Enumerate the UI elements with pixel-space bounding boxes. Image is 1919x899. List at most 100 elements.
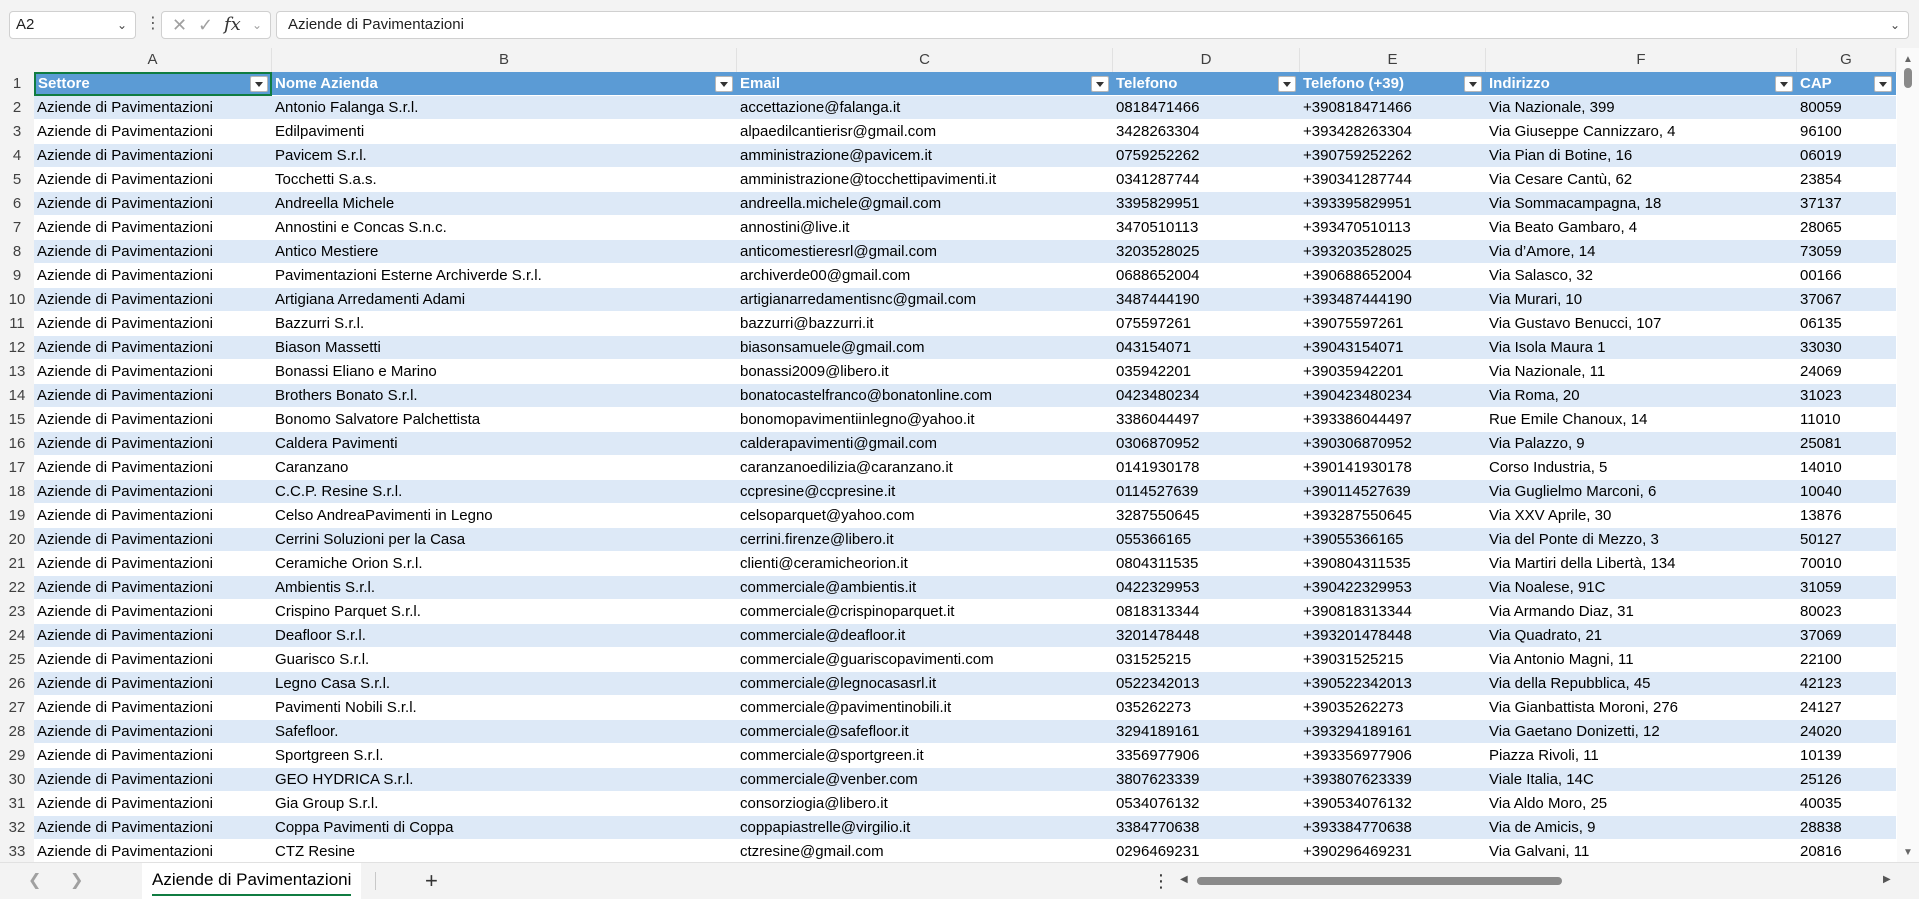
- cell[interactable]: Deafloor S.r.l.: [272, 624, 737, 648]
- cell[interactable]: Bonomo Salvatore Palchettista: [272, 408, 737, 432]
- cell[interactable]: biasonsamuele@gmail.com: [737, 336, 1113, 360]
- cell[interactable]: C.C.P. Resine S.r.l.: [272, 480, 737, 504]
- column-header-a[interactable]: A: [34, 48, 272, 72]
- cell[interactable]: 40035: [1797, 792, 1896, 816]
- cell[interactable]: Annostini e Concas S.n.c.: [272, 216, 737, 240]
- cell[interactable]: Via Aldo Moro, 25: [1486, 792, 1797, 816]
- cell[interactable]: Aziende di Pavimentazioni: [34, 816, 272, 840]
- row-header[interactable]: 29: [0, 744, 34, 768]
- cell[interactable]: Guarisco S.r.l.: [272, 648, 737, 672]
- cell[interactable]: +39043154071: [1300, 336, 1486, 360]
- cell[interactable]: 3203528025: [1113, 240, 1300, 264]
- row-header[interactable]: 1: [0, 72, 34, 96]
- row-header[interactable]: 19: [0, 504, 34, 528]
- cell[interactable]: +393201478448: [1300, 624, 1486, 648]
- cell[interactable]: Via del Ponte di Mezzo, 3: [1486, 528, 1797, 552]
- cell[interactable]: Aziende di Pavimentazioni: [34, 144, 272, 168]
- cell[interactable]: +39035262273: [1300, 696, 1486, 720]
- column-header-g[interactable]: G: [1797, 48, 1896, 72]
- cell[interactable]: 00166: [1797, 264, 1896, 288]
- cell[interactable]: Artigiana Arredamenti Adami: [272, 288, 737, 312]
- cell[interactable]: Caranzano: [272, 456, 737, 480]
- cell[interactable]: Via Pian di Botine, 16: [1486, 144, 1797, 168]
- cell[interactable]: Biason Massetti: [272, 336, 737, 360]
- cell[interactable]: 73059: [1797, 240, 1896, 264]
- column-header-f[interactable]: F: [1486, 48, 1797, 72]
- cancel-icon[interactable]: ✕: [172, 15, 187, 35]
- cell[interactable]: +390114527639: [1300, 480, 1486, 504]
- cell[interactable]: Safefloor.: [272, 720, 737, 744]
- row-header[interactable]: 18: [0, 480, 34, 504]
- row-header[interactable]: 30: [0, 768, 34, 792]
- cell[interactable]: Aziende di Pavimentazioni: [34, 792, 272, 816]
- formula-input[interactable]: Aziende di Pavimentazioni ⌄: [276, 11, 1909, 39]
- cell[interactable]: GEO HYDRICA S.r.l.: [272, 768, 737, 792]
- cell[interactable]: 37137: [1797, 192, 1896, 216]
- cell[interactable]: 70010: [1797, 552, 1896, 576]
- cell[interactable]: Aziende di Pavimentazioni: [34, 192, 272, 216]
- header-cell[interactable]: Telefono (+39): [1300, 72, 1462, 96]
- cell[interactable]: Via d’Amore, 14: [1486, 240, 1797, 264]
- cell[interactable]: +390818313344: [1300, 600, 1486, 624]
- cell[interactable]: Aziende di Pavimentazioni: [34, 408, 272, 432]
- scroll-right-icon[interactable]: ▶: [1883, 874, 1891, 885]
- cell[interactable]: commerciale@sportgreen.it: [737, 744, 1113, 768]
- cell[interactable]: Via della Repubblica, 45: [1486, 672, 1797, 696]
- cell[interactable]: +393384770638: [1300, 816, 1486, 840]
- cell[interactable]: Pavicem S.r.l.: [272, 144, 737, 168]
- cell[interactable]: 3395829951: [1113, 192, 1300, 216]
- cell[interactable]: Gia Group S.r.l.: [272, 792, 737, 816]
- cell[interactable]: Via Armando Diaz, 31: [1486, 600, 1797, 624]
- cell[interactable]: 3428263304: [1113, 120, 1300, 144]
- row-header[interactable]: 7: [0, 216, 34, 240]
- name-box[interactable]: A2 ⌄: [9, 11, 136, 39]
- cell[interactable]: commerciale@venber.com: [737, 768, 1113, 792]
- cell[interactable]: +393294189161: [1300, 720, 1486, 744]
- cell[interactable]: 0818471466: [1113, 96, 1300, 120]
- horizontal-scrollbar[interactable]: [1193, 877, 1883, 885]
- cell[interactable]: Via Noalese, 91C: [1486, 576, 1797, 600]
- cell[interactable]: 0688652004: [1113, 264, 1300, 288]
- cell[interactable]: Via Cesare Cantù, 62: [1486, 168, 1797, 192]
- row-header[interactable]: 12: [0, 336, 34, 360]
- column-header-b[interactable]: B: [272, 48, 737, 72]
- cell[interactable]: Crispino Parquet S.r.l.: [272, 600, 737, 624]
- cell[interactable]: 0306870952: [1113, 432, 1300, 456]
- cell[interactable]: Via Antonio Magni, 11: [1486, 648, 1797, 672]
- cell[interactable]: Via Roma, 20: [1486, 384, 1797, 408]
- cell[interactable]: Edilpavimenti: [272, 120, 737, 144]
- cell[interactable]: 06135: [1797, 312, 1896, 336]
- cell[interactable]: 25126: [1797, 768, 1896, 792]
- row-header[interactable]: 32: [0, 816, 34, 840]
- cell[interactable]: Via Nazionale, 399: [1486, 96, 1797, 120]
- header-cell[interactable]: Telefono: [1113, 72, 1276, 96]
- cell[interactable]: Aziende di Pavimentazioni: [34, 744, 272, 768]
- cell[interactable]: Aziende di Pavimentazioni: [34, 480, 272, 504]
- cell[interactable]: +393807623339: [1300, 768, 1486, 792]
- cell[interactable]: Via Isola Maura 1: [1486, 336, 1797, 360]
- cell[interactable]: +39075597261: [1300, 312, 1486, 336]
- cell[interactable]: 25081: [1797, 432, 1896, 456]
- cell[interactable]: +390341287744: [1300, 168, 1486, 192]
- row-header[interactable]: 31: [0, 792, 34, 816]
- cell[interactable]: +390422329953: [1300, 576, 1486, 600]
- cell[interactable]: Aziende di Pavimentazioni: [34, 216, 272, 240]
- cell[interactable]: Via de Amicis, 9: [1486, 816, 1797, 840]
- cell[interactable]: Aziende di Pavimentazioni: [34, 528, 272, 552]
- filter-dropdown-icon[interactable]: [1091, 76, 1109, 92]
- cell[interactable]: 24069: [1797, 360, 1896, 384]
- row-header[interactable]: 20: [0, 528, 34, 552]
- cell[interactable]: Via Sommacampagna, 18: [1486, 192, 1797, 216]
- cell[interactable]: 035262273: [1113, 696, 1300, 720]
- cell[interactable]: 31023: [1797, 384, 1896, 408]
- cell[interactable]: Via Gustavo Benucci, 107: [1486, 312, 1797, 336]
- cell[interactable]: 28838: [1797, 816, 1896, 840]
- cell[interactable]: 0522342013: [1113, 672, 1300, 696]
- cell[interactable]: consorziogia@libero.it: [737, 792, 1113, 816]
- cell[interactable]: 031525215: [1113, 648, 1300, 672]
- row-header[interactable]: 33: [0, 840, 34, 862]
- cell[interactable]: commerciale@crispinoparquet.it: [737, 600, 1113, 624]
- cell[interactable]: 0114527639: [1113, 480, 1300, 504]
- header-cell[interactable]: Indirizzo: [1486, 72, 1773, 96]
- row-header[interactable]: 13: [0, 360, 34, 384]
